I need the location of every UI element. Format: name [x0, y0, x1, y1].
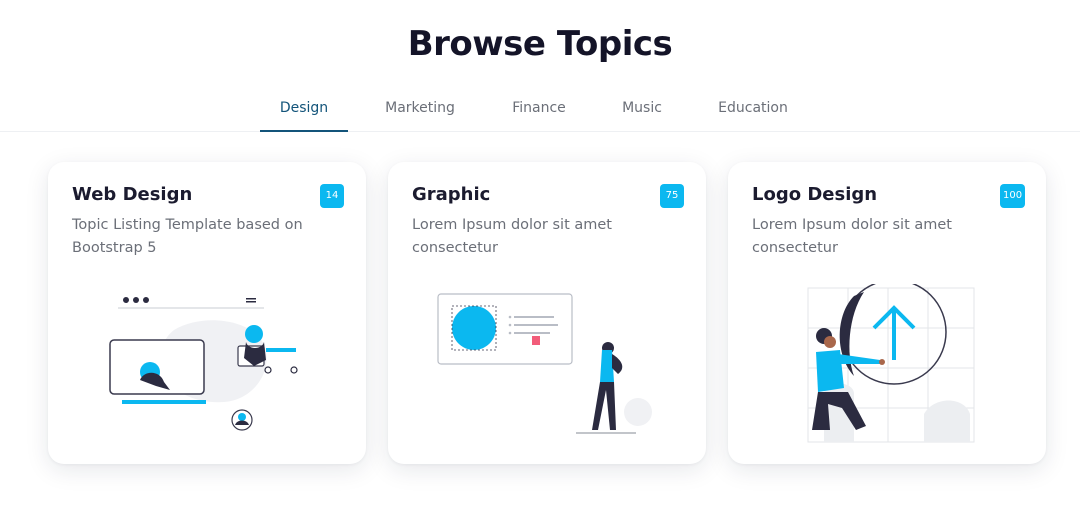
logo-design-illustration: [807, 284, 975, 443]
card-title: Logo Design: [752, 184, 878, 205]
tab-education[interactable]: Education: [698, 92, 808, 132]
topic-card-logo-design[interactable]: Logo Design 100 Lorem Ipsum dolor sit am…: [728, 162, 1046, 464]
tab-finance[interactable]: Finance: [492, 92, 586, 132]
card-description: Topic Listing Template based on Bootstra…: [72, 217, 303, 256]
topic-card-web-design[interactable]: Web Design 14 Topic Listing Template bas…: [48, 162, 366, 464]
tab-design[interactable]: Design: [260, 92, 348, 132]
card-title: Graphic: [412, 184, 491, 205]
tab-music[interactable]: Music: [586, 92, 698, 132]
card-description: Lorem Ipsum dolor sit amet consectetur: [412, 217, 612, 256]
topic-tabs: Design Marketing Finance Music Education: [0, 92, 1080, 132]
web-design-illustration: [109, 297, 298, 431]
tab-marketing[interactable]: Marketing: [348, 92, 492, 132]
page-title: Browse Topics: [407, 24, 673, 64]
card-description: Lorem Ipsum dolor sit amet consectetur: [752, 217, 952, 256]
count-badge: 75: [660, 184, 684, 208]
card-title: Web Design: [72, 184, 193, 205]
count-badge: 14: [320, 184, 344, 208]
topic-card-graphic[interactable]: Graphic 75 Lorem Ipsum dolor sit amet co…: [388, 162, 706, 464]
count-badge: 100: [1000, 184, 1026, 208]
graphic-illustration: [437, 293, 652, 434]
